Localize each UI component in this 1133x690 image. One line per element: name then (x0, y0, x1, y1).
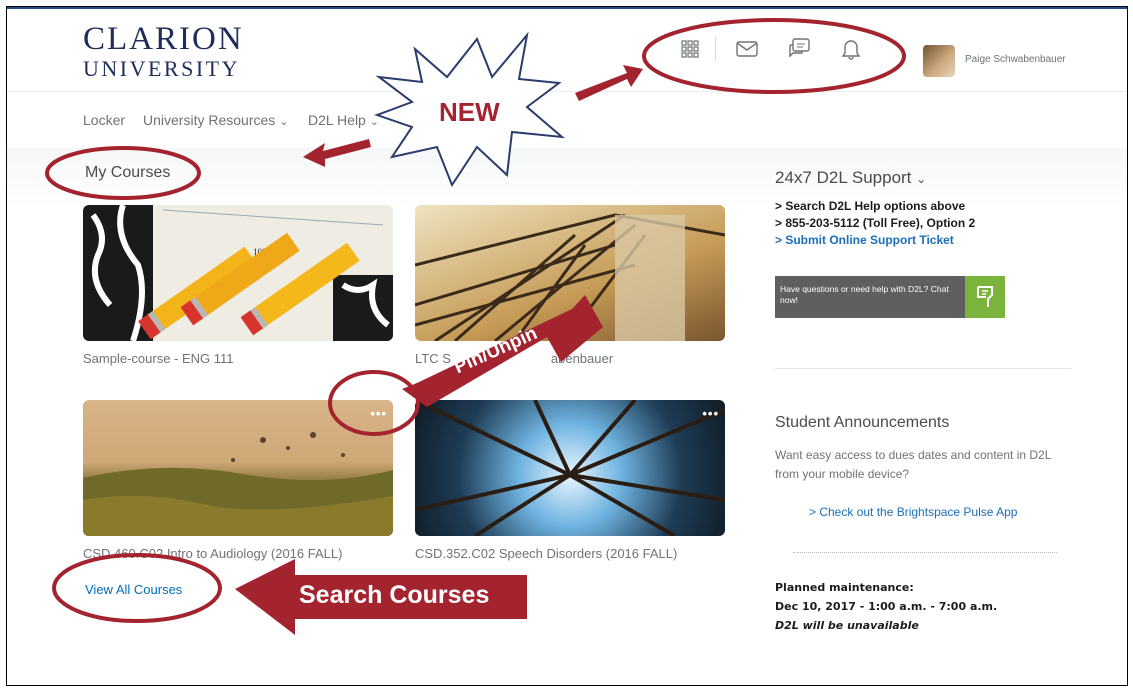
header-icon-group (677, 36, 890, 62)
apps-grid-icon[interactable] (677, 36, 703, 62)
mail-icon[interactable] (734, 36, 760, 62)
divider (775, 368, 1071, 369)
more-options-icon[interactable]: ••• (702, 406, 719, 421)
chat-icon[interactable] (786, 36, 812, 62)
chat-person-icon (965, 276, 1005, 318)
brightspace-pulse-link[interactable]: > Check out the Brightspace Pulse App (809, 505, 1017, 519)
course-image-balloons-landscape[interactable]: ••• (83, 400, 393, 536)
dotted-divider (793, 552, 1057, 553)
course-image-steel-structure[interactable] (415, 205, 725, 341)
chat-now-text: Have questions or need help with D2L? Ch… (780, 284, 949, 305)
maintenance-label: Planned maintenance: (775, 581, 914, 594)
avatar[interactable] (923, 45, 955, 77)
course-title-start: LTC S (415, 351, 451, 366)
course-card[interactable]: LTC S abenbauer (415, 205, 725, 366)
course-image-snowy-forest[interactable]: ••• (415, 400, 725, 536)
course-title[interactable]: Sample-course - ENG 111 (83, 351, 393, 366)
chevron-down-icon: ⌄ (916, 172, 927, 186)
logo-line-1: CLARION (83, 21, 244, 57)
maintenance-note: D2L will be unavailable (775, 619, 919, 632)
course-title[interactable]: CSD.460.C02 Intro to Audiology (2016 FAL… (83, 546, 393, 561)
support-line-phone: > 855-203-5112 (Toll Free), Option 2 (775, 216, 976, 230)
nav-item-university-resources[interactable]: University Resources ⌄ (143, 112, 288, 128)
icon-separator (715, 37, 716, 61)
screenshot-frame: CLARION UNIVERSITY Paige Schwabenbauer L… (6, 6, 1128, 686)
bell-icon[interactable] (838, 36, 864, 62)
announcements-heading: Student Announcements (775, 414, 950, 431)
support-list: > Search D2L Help options above > 855-20… (775, 198, 975, 249)
user-name[interactable]: Paige Schwabenbauer (965, 54, 1066, 65)
nav-item-label: University Resources (143, 112, 276, 128)
more-options-icon[interactable]: ••• (370, 406, 387, 421)
chevron-down-icon: ⌄ (279, 116, 289, 128)
course-image-notebook-pencils[interactable]: 100 Sheets (83, 205, 393, 341)
course-card[interactable]: ••• CSD.460.C02 Intro to Audiology (2016… (83, 400, 393, 561)
support-heading[interactable]: 24x7 D2L Support ⌄ (775, 168, 926, 188)
nav-bar: Locker University Resources ⌄ D2L Help ⌄ (7, 91, 1127, 149)
my-courses-heading: My Courses (85, 164, 171, 181)
nav-item-label: D2L Help (308, 112, 366, 128)
maintenance-time: Dec 10, 2017 - 1:00 a.m. - 7:00 a.m. (775, 600, 998, 613)
course-title[interactable]: CSD.352.C02 Speech Disorders (2016 FALL) (415, 546, 725, 561)
main-content: My Courses 100 Sheets Sample-course - EN… (7, 148, 1127, 685)
support-line-search: > Search D2L Help options above (775, 199, 966, 213)
nav-item-d2l-help[interactable]: D2L Help ⌄ (308, 112, 379, 128)
chat-now-banner[interactable]: Have questions or need help with D2L? Ch… (775, 276, 1005, 318)
announcements-text: Want easy access to dues dates and conte… (775, 448, 1051, 481)
course-card[interactable]: 100 Sheets Sample-course - ENG 111 (83, 205, 393, 366)
course-card[interactable]: ••• CSD.352.C02 Speech Disorders (2016 F… (415, 400, 725, 561)
nav-item-locker[interactable]: Locker (83, 112, 125, 128)
logo-line-2: UNIVERSITY (83, 56, 240, 81)
view-all-courses-link[interactable]: View All Courses (85, 582, 182, 597)
course-title-end: abenbauer (550, 351, 614, 366)
course-title[interactable]: LTC S abenbauer (415, 351, 725, 366)
maintenance-notice: Planned maintenance: Dec 10, 2017 - 1:00… (775, 578, 997, 635)
chevron-down-icon: ⌄ (369, 116, 379, 128)
support-heading-label: 24x7 D2L Support (775, 168, 912, 187)
submit-ticket-link[interactable]: > Submit Online Support Ticket (775, 232, 975, 249)
university-logo[interactable]: CLARION UNIVERSITY (83, 23, 244, 80)
top-bar: CLARION UNIVERSITY Paige Schwabenbauer (7, 7, 1127, 93)
